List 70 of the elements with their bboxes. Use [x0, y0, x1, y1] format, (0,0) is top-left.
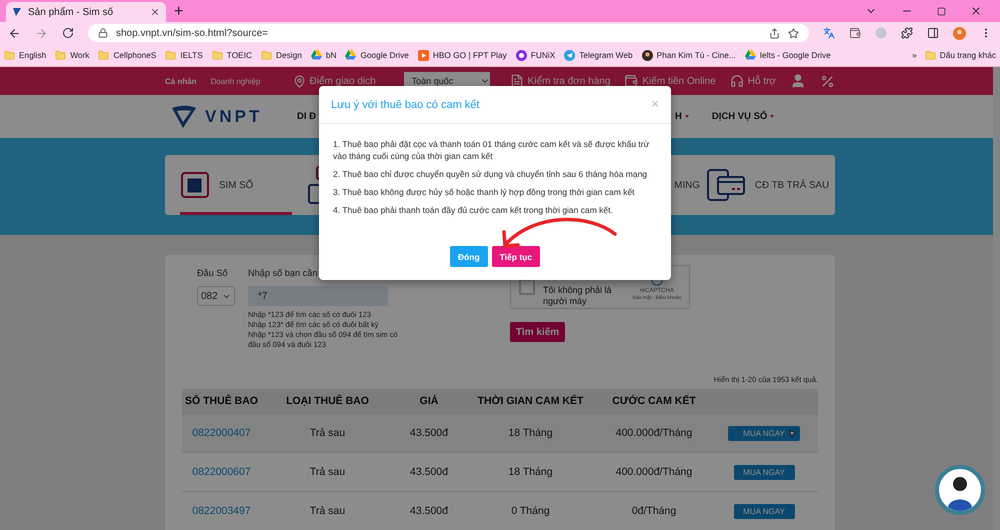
field-label: Nhập số bạn cần [248, 268, 318, 280]
vnpt-logo[interactable]: VNPT [165, 104, 297, 128]
table-cell: 43.500đ [410, 427, 448, 439]
bookmark-item[interactable]: Work [55, 50, 90, 60]
url-text: shop.vnpt.vn/sim-so.html?source= [116, 28, 270, 38]
column-header: CƯỚC CAM KẾT [611, 395, 697, 407]
table-cell: 0đ/Tháng [632, 505, 676, 517]
bookmark-item[interactable]: Telegram Web [564, 50, 633, 60]
nav-item[interactable]: H [675, 111, 689, 122]
table-cell: 0 Tháng [511, 505, 550, 517]
bookmark-item[interactable]: IELTS [165, 50, 203, 60]
table-cell: Trả sau [310, 427, 346, 439]
column-header: GIÁ [418, 395, 440, 407]
dialog-note: 4. Thuê bao phải thanh toán đầy đủ cước cam kết trong thời gian cam kết. [333, 204, 614, 216]
table-cell: Trả sau [310, 466, 346, 478]
bookmark-item[interactable]: Phan Kim Tú - Cine... [642, 50, 736, 60]
table-cell: 18 Tháng [508, 466, 553, 478]
column-header: THỜI GIAN CAM KẾT [476, 395, 584, 407]
bookmark-item[interactable]: Google Drive [345, 50, 409, 60]
store-locator-link[interactable]: Điểm giao dịch [292, 74, 376, 88]
table-cell: 18 Tháng [508, 427, 553, 439]
bookmark-item[interactable]: HBO GO | FPT Play [418, 50, 507, 60]
phone-number-link[interactable]: 0822003497 [192, 505, 251, 517]
buy-now-button[interactable]: MUA NGAY [734, 464, 794, 480]
bookmark-item[interactable]: English [4, 50, 46, 60]
more-bookmarks-button[interactable]: » [912, 50, 917, 60]
product-tab[interactable]: MING [674, 155, 700, 215]
field-label: Đầu Số [197, 268, 229, 280]
buy-now-button[interactable]: MUA NGAY [734, 504, 794, 518]
table-cell: 43.500đ [410, 505, 448, 517]
column-header: LOẠI THUÊ BAO [285, 395, 370, 407]
bookmark-item[interactable]: TOEIC [212, 50, 252, 60]
table-cell: 400.000đ/Tháng [616, 427, 692, 439]
number-field[interactable]: *7 [248, 286, 388, 306]
prefix-select[interactable]: 082 [197, 286, 235, 306]
earn-online-link[interactable]: Kiếm tiền Online [624, 74, 716, 88]
continue-button[interactable]: Tiếp tục [492, 246, 540, 267]
table-row[interactable]: 0822000407 Trả sau 43.500đ 18 Tháng 400.000đ/Tháng MUA NGAY [182, 414, 818, 453]
buy-now-button[interactable]: MUA NGAY [728, 426, 800, 440]
top-link[interactable]: Cá nhân [165, 76, 197, 86]
table-cell: 43.500đ [410, 466, 448, 478]
dialog-note: 1. Thuê bao phải đặt cọc và thanh toán 01 tháng cước cam kết và sẽ được khấu trừ vào tháng cuối cùng của thời gian cam kết [333, 138, 650, 162]
support-link[interactable]: Hỗ trợ [730, 74, 776, 88]
product-tab[interactable]: CĐ TB TRẢ SAU [706, 155, 830, 215]
address-bar[interactable]: shop.vnpt.vn/sim-so.html?source= [88, 24, 809, 42]
phone-number-link[interactable]: 0822000407 [192, 427, 251, 439]
bookmark-item[interactable]: bN [310, 50, 336, 60]
phone-number-link[interactable]: 0822000607 [192, 466, 251, 478]
browser-tab[interactable]: Sản phẩm - Sim số [6, 2, 166, 22]
bookmark-item[interactable]: Design [261, 50, 302, 60]
bookmark-item[interactable]: CellphoneS [98, 50, 156, 60]
close-dialog-button[interactable]: Đóng [450, 246, 488, 267]
top-link[interactable]: Doanh nghiệp [210, 76, 260, 86]
new-tab-button[interactable]: + [174, 2, 184, 22]
bookmark-item[interactable]: Ielts - Google Drive [744, 50, 831, 60]
bookmark-item[interactable]: FUNiX [516, 50, 556, 60]
nav-item[interactable]: DI Đ [297, 111, 316, 122]
dialog-note: 3. Thuê bao không được hủy số hoặc thanh lý hợp đồng trong thời gian cam kết [333, 186, 636, 198]
tab-title: Sản phẩm - Sim số [28, 6, 114, 18]
bookmark-item[interactable]: Dấu trang khác [924, 50, 996, 60]
captcha-label: Tôi không phải là người máy [543, 285, 613, 307]
dialog-title: Lưu ý với thuê bao có cam kết [331, 99, 480, 111]
product-tab[interactable]: SIM SỐ [180, 155, 292, 215]
order-check-link[interactable]: Kiểm tra đơn hàng [510, 74, 610, 88]
dialog-note: 2. Thuê bao chỉ được chuyển quyền sử dụng và chuyển tỉnh sau 6 tháng hòa mạng [333, 168, 648, 180]
column-header: SỐ THUÊ BAO [184, 395, 259, 407]
nav-item[interactable]: DỊCH VỤ SỐ [712, 111, 774, 122]
table-cell: 400.000đ/Tháng [616, 466, 692, 478]
table-cell: Trả sau [310, 505, 346, 517]
search-button[interactable]: Tìm kiếm [510, 322, 565, 342]
